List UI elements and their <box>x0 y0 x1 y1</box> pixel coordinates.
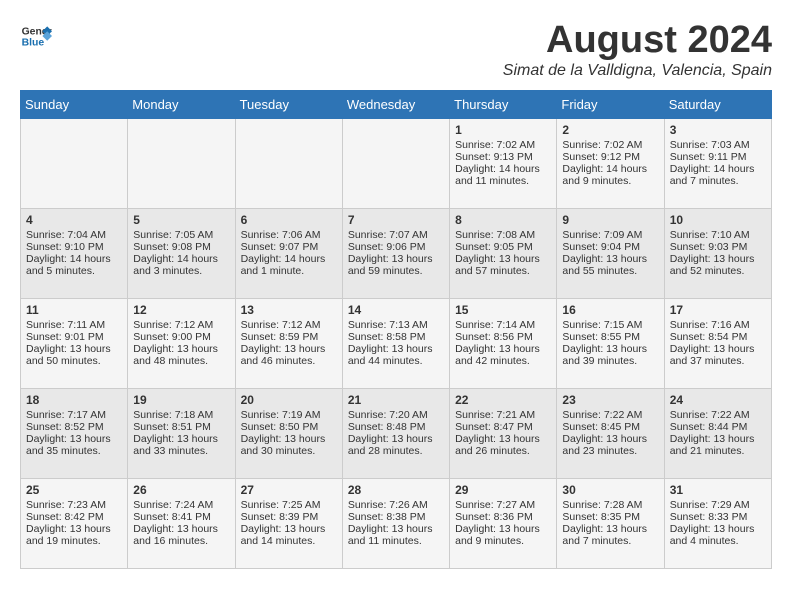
header-monday: Monday <box>128 90 235 118</box>
calendar-cell: 19Sunrise: 7:18 AMSunset: 8:51 PMDayligh… <box>128 388 235 478</box>
calendar-cell: 23Sunrise: 7:22 AMSunset: 8:45 PMDayligh… <box>557 388 664 478</box>
day-number: 7 <box>348 213 444 227</box>
header-friday: Friday <box>557 90 664 118</box>
day-number: 5 <box>133 213 229 227</box>
day-number: 27 <box>241 483 337 497</box>
logo: General Blue <box>20 20 52 52</box>
svg-text:Blue: Blue <box>22 38 45 49</box>
title-section: August 2024 Simat de la Valldigna, Valen… <box>503 20 772 80</box>
calendar-cell: 15Sunrise: 7:14 AMSunset: 8:56 PMDayligh… <box>450 298 557 388</box>
day-number: 22 <box>455 393 551 407</box>
calendar-cell: 6Sunrise: 7:06 AMSunset: 9:07 PMDaylight… <box>235 208 342 298</box>
calendar-cell: 20Sunrise: 7:19 AMSunset: 8:50 PMDayligh… <box>235 388 342 478</box>
sub-title: Simat de la Valldigna, Valencia, Spain <box>503 62 772 80</box>
calendar-cell: 3Sunrise: 7:03 AMSunset: 9:11 PMDaylight… <box>664 118 771 208</box>
calendar-cell <box>342 118 449 208</box>
week-row-3: 11Sunrise: 7:11 AMSunset: 9:01 PMDayligh… <box>21 298 772 388</box>
calendar-cell: 5Sunrise: 7:05 AMSunset: 9:08 PMDaylight… <box>128 208 235 298</box>
day-number: 15 <box>455 303 551 317</box>
calendar-cell: 13Sunrise: 7:12 AMSunset: 8:59 PMDayligh… <box>235 298 342 388</box>
calendar-cell: 8Sunrise: 7:08 AMSunset: 9:05 PMDaylight… <box>450 208 557 298</box>
header-sunday: Sunday <box>21 90 128 118</box>
day-number: 25 <box>26 483 122 497</box>
calendar-cell: 28Sunrise: 7:26 AMSunset: 8:38 PMDayligh… <box>342 478 449 568</box>
header-row: SundayMondayTuesdayWednesdayThursdayFrid… <box>21 90 772 118</box>
main-title: August 2024 <box>503 20 772 62</box>
day-number: 28 <box>348 483 444 497</box>
day-number: 16 <box>562 303 658 317</box>
day-number: 18 <box>26 393 122 407</box>
day-number: 3 <box>670 123 766 137</box>
header-wednesday: Wednesday <box>342 90 449 118</box>
header-saturday: Saturday <box>664 90 771 118</box>
week-row-2: 4Sunrise: 7:04 AMSunset: 9:10 PMDaylight… <box>21 208 772 298</box>
calendar-cell: 4Sunrise: 7:04 AMSunset: 9:10 PMDaylight… <box>21 208 128 298</box>
day-number: 19 <box>133 393 229 407</box>
calendar-cell: 27Sunrise: 7:25 AMSunset: 8:39 PMDayligh… <box>235 478 342 568</box>
day-number: 31 <box>670 483 766 497</box>
week-row-4: 18Sunrise: 7:17 AMSunset: 8:52 PMDayligh… <box>21 388 772 478</box>
calendar-cell: 25Sunrise: 7:23 AMSunset: 8:42 PMDayligh… <box>21 478 128 568</box>
calendar-cell: 21Sunrise: 7:20 AMSunset: 8:48 PMDayligh… <box>342 388 449 478</box>
day-number: 11 <box>26 303 122 317</box>
day-number: 30 <box>562 483 658 497</box>
day-number: 13 <box>241 303 337 317</box>
header-thursday: Thursday <box>450 90 557 118</box>
calendar-table: SundayMondayTuesdayWednesdayThursdayFrid… <box>20 90 772 569</box>
calendar-cell: 24Sunrise: 7:22 AMSunset: 8:44 PMDayligh… <box>664 388 771 478</box>
calendar-cell: 7Sunrise: 7:07 AMSunset: 9:06 PMDaylight… <box>342 208 449 298</box>
day-number: 17 <box>670 303 766 317</box>
week-row-5: 25Sunrise: 7:23 AMSunset: 8:42 PMDayligh… <box>21 478 772 568</box>
calendar-cell: 2Sunrise: 7:02 AMSunset: 9:12 PMDaylight… <box>557 118 664 208</box>
day-number: 26 <box>133 483 229 497</box>
day-number: 2 <box>562 123 658 137</box>
calendar-cell: 31Sunrise: 7:29 AMSunset: 8:33 PMDayligh… <box>664 478 771 568</box>
day-number: 4 <box>26 213 122 227</box>
day-number: 24 <box>670 393 766 407</box>
day-number: 29 <box>455 483 551 497</box>
calendar-cell: 11Sunrise: 7:11 AMSunset: 9:01 PMDayligh… <box>21 298 128 388</box>
calendar-cell: 17Sunrise: 7:16 AMSunset: 8:54 PMDayligh… <box>664 298 771 388</box>
day-number: 1 <box>455 123 551 137</box>
header-tuesday: Tuesday <box>235 90 342 118</box>
calendar-cell: 26Sunrise: 7:24 AMSunset: 8:41 PMDayligh… <box>128 478 235 568</box>
calendar-cell <box>21 118 128 208</box>
day-number: 12 <box>133 303 229 317</box>
calendar-cell: 14Sunrise: 7:13 AMSunset: 8:58 PMDayligh… <box>342 298 449 388</box>
day-number: 20 <box>241 393 337 407</box>
header: General Blue August 2024 Simat de la Val… <box>20 20 772 80</box>
calendar-cell: 12Sunrise: 7:12 AMSunset: 9:00 PMDayligh… <box>128 298 235 388</box>
calendar-cell: 1Sunrise: 7:02 AMSunset: 9:13 PMDaylight… <box>450 118 557 208</box>
calendar-cell <box>235 118 342 208</box>
calendar-cell: 22Sunrise: 7:21 AMSunset: 8:47 PMDayligh… <box>450 388 557 478</box>
calendar-cell: 16Sunrise: 7:15 AMSunset: 8:55 PMDayligh… <box>557 298 664 388</box>
day-number: 10 <box>670 213 766 227</box>
day-number: 21 <box>348 393 444 407</box>
calendar-cell: 18Sunrise: 7:17 AMSunset: 8:52 PMDayligh… <box>21 388 128 478</box>
day-number: 6 <box>241 213 337 227</box>
day-number: 23 <box>562 393 658 407</box>
day-number: 8 <box>455 213 551 227</box>
calendar-cell <box>128 118 235 208</box>
calendar-cell: 9Sunrise: 7:09 AMSunset: 9:04 PMDaylight… <box>557 208 664 298</box>
logo-icon: General Blue <box>20 20 52 52</box>
calendar-cell: 29Sunrise: 7:27 AMSunset: 8:36 PMDayligh… <box>450 478 557 568</box>
day-number: 14 <box>348 303 444 317</box>
day-number: 9 <box>562 213 658 227</box>
calendar-cell: 10Sunrise: 7:10 AMSunset: 9:03 PMDayligh… <box>664 208 771 298</box>
week-row-1: 1Sunrise: 7:02 AMSunset: 9:13 PMDaylight… <box>21 118 772 208</box>
calendar-cell: 30Sunrise: 7:28 AMSunset: 8:35 PMDayligh… <box>557 478 664 568</box>
